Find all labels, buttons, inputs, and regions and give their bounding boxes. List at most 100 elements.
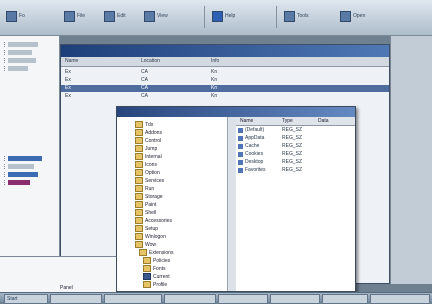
toolbar-button-2[interactable]: Edit (104, 8, 126, 24)
start-button[interactable]: Start (4, 294, 48, 304)
tree-node-label: Services (145, 177, 165, 184)
column-header-name[interactable]: Name (65, 58, 78, 64)
tree-item[interactable] (4, 156, 42, 161)
table-row-selected[interactable]: Ex CA Kn (61, 85, 389, 92)
right-side-panel (390, 36, 432, 284)
tree-node[interactable]: Policies (143, 257, 170, 264)
toolbar-button-label: View (157, 13, 168, 19)
folder-icon (135, 129, 143, 136)
taskbar-item[interactable] (50, 294, 102, 304)
tree-node-label: Shell (145, 209, 157, 216)
value-type: REG_SZ (282, 127, 303, 133)
column-header-info[interactable]: Info (211, 58, 219, 64)
bottom-panel: Panel (0, 256, 116, 292)
list-item[interactable]: AppData REG_SZ (236, 135, 355, 142)
tree-node-label: Internal (145, 153, 162, 160)
tree-node[interactable]: Shell (135, 209, 156, 216)
tree-scrollbar[interactable] (227, 117, 236, 291)
tree-node[interactable]: Icons (135, 161, 157, 168)
taskbar-item[interactable] (104, 294, 162, 304)
list-item[interactable]: Cookies REG_SZ (236, 151, 355, 158)
table-row[interactable]: Ex CA Kn (61, 69, 389, 76)
taskbar-item[interactable] (164, 294, 216, 304)
tree-node[interactable]: Current (143, 273, 170, 280)
edit-icon (104, 10, 115, 22)
list-item[interactable]: Desktop REG_SZ (236, 159, 355, 166)
taskbar-item[interactable] (218, 294, 268, 304)
tree-node-label: Wow (145, 241, 157, 248)
toolbar-button-4[interactable]: Help (212, 8, 235, 24)
tree-item[interactable] (4, 66, 28, 71)
tree-item[interactable] (4, 164, 34, 169)
tree-node[interactable]: Run (135, 185, 154, 192)
tree-item[interactable] (4, 58, 36, 63)
registry-values-list[interactable]: Name Type Data (Default) REG_SZ AppData REG… (236, 117, 355, 291)
folder-icon (135, 185, 143, 192)
column-header-data[interactable]: Data (318, 118, 329, 124)
tree-node-label: Profile (153, 281, 168, 288)
taskbar-item[interactable] (370, 294, 430, 304)
toolbar: Fo File Edit View Help Tools Open (0, 0, 432, 36)
list-item[interactable]: Favorites REG_SZ (236, 167, 355, 174)
tree-node[interactable]: Jump (135, 145, 157, 152)
tree-node[interactable]: Setup (135, 225, 158, 232)
tree-node-label: Storage (145, 193, 163, 200)
folder-icon (135, 145, 143, 152)
list-item[interactable]: Cache REG_SZ (236, 143, 355, 150)
tree-item[interactable] (4, 42, 38, 47)
tree-item[interactable] (4, 172, 38, 177)
registry-tree[interactable]: Tdx Addons Control Jump Internal Icons Option S… (117, 117, 236, 291)
list-item[interactable]: (Default) REG_SZ (236, 127, 355, 134)
tree-node[interactable]: Storage (135, 193, 163, 200)
tree-node-label: Policies (153, 257, 171, 264)
table-row[interactable]: Ex CA Kn (61, 77, 389, 84)
column-header-location[interactable]: Location (141, 58, 160, 64)
column-header-name[interactable]: Name (240, 118, 253, 124)
tree-node[interactable]: Services (135, 177, 164, 184)
open-icon (340, 10, 351, 22)
table-row[interactable]: Ex CA Kn (61, 93, 389, 100)
cell-info: Kn (211, 69, 218, 75)
cell-info: Kn (211, 77, 218, 83)
cell-location: CA (141, 85, 148, 91)
main-window-title[interactable] (61, 45, 389, 57)
value-type: REG_SZ (282, 143, 303, 149)
folder-icon (135, 153, 143, 160)
folder-icon (135, 169, 143, 176)
tree-node[interactable]: Control (135, 137, 161, 144)
taskbar-item[interactable] (322, 294, 368, 304)
tree-node[interactable]: Tdx (135, 121, 153, 128)
folder-icon (135, 217, 143, 224)
folder-icon (6, 10, 17, 22)
column-header-type[interactable]: Type (282, 118, 293, 124)
tree-node[interactable]: Wow (135, 241, 156, 248)
string-value-icon (238, 144, 243, 149)
tree-node[interactable]: Fonts (143, 265, 166, 272)
left-tree-pane[interactable] (0, 36, 60, 266)
tree-node[interactable]: Winlogon (135, 233, 166, 240)
registry-window-titlebar[interactable] (117, 107, 355, 117)
tree-node[interactable]: Addons (135, 129, 162, 136)
toolbar-button-3[interactable]: View (144, 8, 168, 24)
toolbar-button-0[interactable]: Fo (6, 8, 25, 24)
tree-node[interactable]: Accessories (135, 217, 172, 224)
main-window-header: Name Location Info (61, 57, 389, 67)
folder-icon (135, 177, 143, 184)
toolbar-button-5[interactable]: Tools (284, 8, 309, 24)
tree-node-label: Paint (145, 201, 157, 208)
tree-node[interactable]: Paint (135, 201, 156, 208)
value-name: Cookies (245, 151, 264, 157)
tree-node[interactable]: Profile (143, 281, 167, 288)
value-type: REG_SZ (282, 135, 303, 141)
tree-item[interactable] (4, 180, 30, 185)
folder-icon (135, 193, 143, 200)
taskbar-item[interactable] (270, 294, 320, 304)
tree-node[interactable]: Extensions (139, 249, 173, 256)
tree-node[interactable]: Internal (135, 153, 162, 160)
view-icon (144, 10, 155, 22)
tree-node[interactable]: Option (135, 169, 160, 176)
tree-node-label: Control (145, 137, 162, 144)
tree-item[interactable] (4, 50, 32, 55)
toolbar-button-6[interactable]: Open (340, 8, 365, 24)
toolbar-button-1[interactable]: File (64, 8, 85, 24)
